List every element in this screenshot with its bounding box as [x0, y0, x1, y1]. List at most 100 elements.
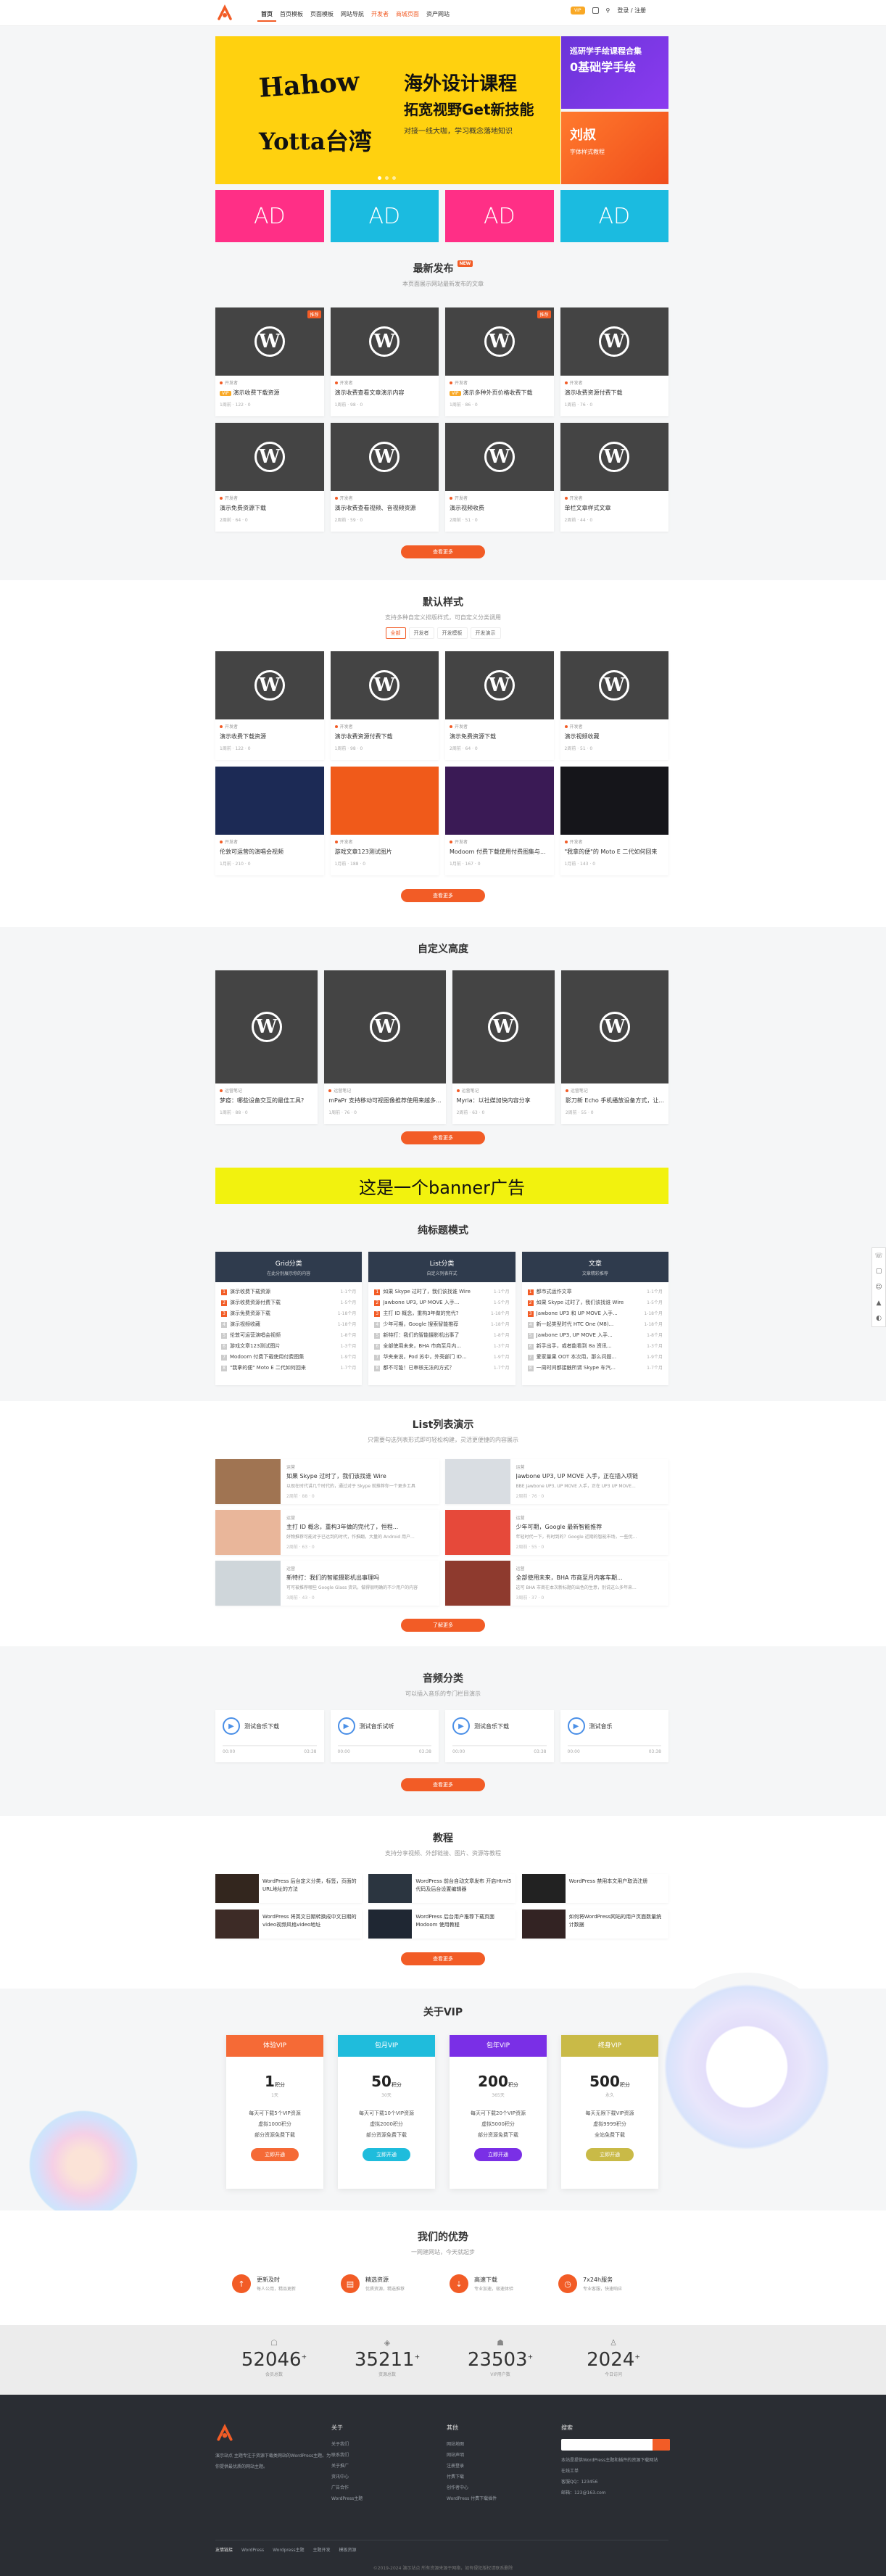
- thumbnail[interactable]: W 推荐: [445, 307, 554, 376]
- post-category[interactable]: 开发者: [215, 719, 324, 730]
- post-card[interactable]: W 运营笔记 Myria：以社媒加快内容分享 2周前 · 63 · 0: [452, 970, 555, 1124]
- list-item[interactable]: 2 如果 Skype 过时了，我们该找谁 Wire 1-5个月: [527, 1297, 663, 1308]
- post-title-text[interactable]: mPaPr 支持移动可视图像推荐使用来越多...: [328, 1097, 441, 1104]
- thumbnail[interactable]: [330, 767, 439, 835]
- list-item-title[interactable]: 7 华夹来说，Pod 苏中，外壳部门 ID...: [374, 1352, 467, 1363]
- list-item-title[interactable]: 2 如果 Skype 过时了，我们该找谁 Wire: [527, 1297, 624, 1308]
- post-category[interactable]: 开发者: [331, 719, 439, 730]
- hero-slider[interactable]: Hahow Yotta台湾 海外设计课程 拓宽视野Get新技能 对接一线大咖，学…: [215, 36, 560, 184]
- post-title[interactable]: 游戏文章123测试图片: [331, 845, 439, 856]
- tutorial-thumbnail[interactable]: [368, 1910, 413, 1939]
- post-title[interactable]: Modoom 付费下载使用付费图集与...: [445, 845, 554, 856]
- post-title[interactable]: 演示视频收藏: [560, 730, 669, 740]
- post-card[interactable]: W 推荐 开发者 VIP 演示多种外页价格收费下载 1周前 · 86 · 0: [445, 307, 554, 416]
- post-title[interactable]: 演示收费下载资源: [215, 730, 324, 740]
- post-title[interactable]: Myria：以社媒加快内容分享: [452, 1094, 555, 1105]
- list-item-text[interactable]: 演示视频收藏: [230, 1321, 260, 1327]
- list-post[interactable]: 运营 全部使用未来，BHA 市商至月内客车期... 这可 BHA 市商在本次新标题的…: [444, 1561, 668, 1606]
- footer-link[interactable]: 网站声明: [447, 2450, 497, 2461]
- vip-open-button[interactable]: 立即开通: [586, 2148, 634, 2161]
- thumbnail[interactable]: W: [445, 423, 554, 491]
- post-title[interactable]: 影刀新 Echo 手机播放设备方式，让...: [561, 1094, 668, 1105]
- post-title-text[interactable]: 演示收费查看文章演示内容: [335, 389, 405, 396]
- service-icon[interactable]: ☏: [874, 1252, 882, 1260]
- list-thumbnail[interactable]: [444, 1510, 510, 1555]
- list-item-title[interactable]: 3 Jawbone UP3 和 UP MOVE 入手...: [527, 1308, 618, 1319]
- post-title[interactable]: 演示收费查看文章演示内容: [331, 386, 439, 397]
- thumbnail[interactable]: W: [215, 970, 318, 1083]
- post-title[interactable]: 单栏文章样式文章: [560, 501, 669, 512]
- list-item-text[interactable]: Jawbone UP3, UP MOVE 入手...: [537, 1332, 613, 1338]
- ad-slot[interactable]: AD: [215, 190, 324, 242]
- list-item-text[interactable]: 新手出手，或者能看到 8a 资讯...: [537, 1343, 612, 1349]
- post-category[interactable]: 开发者: [445, 835, 554, 845]
- list-item-text[interactable]: 主打 ID 概念，重构3年做的完代?: [383, 1310, 458, 1316]
- list-item-title[interactable]: 6 游戏文章123测试图片: [221, 1341, 280, 1352]
- post-card[interactable]: W 运营笔记 影刀新 Echo 手机播放设备方式，让... 2周前 · 55 · 0: [560, 970, 668, 1124]
- post-category[interactable]: 开发者: [331, 491, 439, 501]
- tall-more-button[interactable]: 查看更多: [401, 1131, 485, 1144]
- list-item-title[interactable]: 7 Modoom 付费下载使用付费图集: [221, 1352, 304, 1363]
- thumbnail[interactable]: W: [560, 307, 668, 376]
- post-title-text[interactable]: "我拿的便"的 Moto E 二代如何回来: [565, 849, 658, 855]
- list-item-title[interactable]: 8 一周时间都接触所谓 Skype 车汽...: [527, 1363, 616, 1374]
- post-title[interactable]: mPaPr 支持移动可视图像推荐使用来越多...: [324, 1094, 445, 1105]
- thumbnail[interactable]: W: [215, 651, 324, 719]
- vip-open-button[interactable]: 立即开通: [251, 2148, 299, 2161]
- thumbnail[interactable]: W: [560, 651, 668, 719]
- post-category[interactable]: 开发者: [215, 376, 324, 386]
- list-post-category[interactable]: 运营: [286, 1514, 434, 1521]
- list-post-category[interactable]: 运营: [286, 1464, 434, 1470]
- list-item-text[interactable]: 少年可期，Google 搜索智能推荐: [383, 1321, 458, 1327]
- friend-link[interactable]: 模板资源: [339, 2548, 356, 2553]
- list-item-title[interactable]: 3 演示免费资源下载: [221, 1308, 270, 1319]
- audio-progress[interactable]: [337, 1745, 431, 1746]
- list-item-title[interactable]: 8 都不可能！已审核无法的方式？: [374, 1363, 454, 1374]
- list-item-title[interactable]: 4 新一起类型时代 HTC One (M8)...: [527, 1319, 613, 1330]
- post-card[interactable]: W 开发者 演示视频收藏 2周前 · 51 · 0: [560, 651, 669, 760]
- post-card[interactable]: W 开发者 演示免费资源下载 2周前 · 64 · 0: [445, 651, 554, 760]
- post-card[interactable]: W 开发者 演示视频收费 2周前 · 51 · 0: [445, 423, 554, 532]
- post-category[interactable]: 开发者: [560, 835, 669, 845]
- post-card[interactable]: W 开发者 演示收费查看视频、音视频资源 2周前 · 59 · 0: [330, 423, 439, 532]
- list-item-title[interactable]: 4 演示视频收藏: [221, 1319, 260, 1330]
- post-title-text[interactable]: 游戏文章123测试图片: [335, 849, 392, 855]
- list-post[interactable]: 运营 如果 Skype 过时了，我们该找谁 Wire 以现在时代讲几个时代的，通过对…: [215, 1459, 439, 1504]
- list-item-title[interactable]: 1 演示收费下载资源: [221, 1287, 270, 1297]
- cart-icon[interactable]: ▢: [876, 1268, 882, 1275]
- post-title[interactable]: 演示免费资源下载: [215, 501, 324, 512]
- list-item[interactable]: 6 新手出手，或者能看到 8a 资讯... 1-3个月: [527, 1341, 663, 1352]
- list-item-text[interactable]: Modoom 付费下载使用付费图集: [230, 1354, 304, 1360]
- footer-link[interactable]: 注册登录: [447, 2461, 497, 2472]
- list-column-head[interactable]: List分类 自定义列表样式: [368, 1252, 516, 1282]
- list-item-title[interactable]: 7 爱家量果 OOT 本次用，那么问题...: [527, 1352, 616, 1363]
- list-item-text[interactable]: Jawbone UP3 和 UP MOVE 入手...: [537, 1310, 618, 1316]
- list-item[interactable]: 4 少年可期，Google 搜索智能推荐 1-18个月: [374, 1319, 510, 1330]
- list-item[interactable]: 5 Jawbone UP3, UP MOVE 入手... 1-8个月: [527, 1330, 663, 1341]
- post-title-text[interactable]: Myria：以社媒加快内容分享: [457, 1097, 531, 1104]
- nav-item-assets[interactable]: 资产网站: [423, 8, 453, 22]
- list-thumbnail[interactable]: [215, 1459, 281, 1504]
- post-category[interactable]: 开发者: [331, 835, 439, 845]
- list-thumbnail[interactable]: [444, 1459, 510, 1504]
- list-item[interactable]: 4 演示视频收藏 1-18个月: [221, 1319, 356, 1330]
- post-title[interactable]: VIP 演示多种外页价格收费下载: [445, 386, 554, 397]
- list-column-head[interactable]: Grid分类 在此分别展示你的内容: [215, 1252, 363, 1282]
- footer-link[interactable]: 关于我们: [331, 2439, 363, 2450]
- list-item-text[interactable]: 新特打：我们的智能摄影机出事了: [383, 1332, 459, 1338]
- list-item-title[interactable]: 6 新手出手，或者能看到 8a 资讯...: [527, 1341, 612, 1352]
- tutorial-item[interactable]: WordPress 后台定义分类，标签，页面的URL地址的方法: [215, 1874, 363, 1903]
- tutorial-title[interactable]: WordPress 前台自动文章发布 开启Html5代码及后台设置编辑器: [412, 1874, 515, 1903]
- post-title[interactable]: 演示收费资源付费下载: [560, 386, 669, 397]
- audio-progress[interactable]: [452, 1745, 547, 1746]
- post-card[interactable]: 开发者 游戏文章123测试图片 1月前 · 188 · 0: [330, 767, 439, 875]
- thumbnail[interactable]: W: [330, 307, 439, 376]
- list-item[interactable]: 7 Modoom 付费下载使用付费图集 1-9个月: [221, 1352, 356, 1363]
- list-item-text[interactable]: 如果 Skype 过时了，我们该找谁 Wire: [537, 1300, 624, 1305]
- post-category[interactable]: 开发者: [445, 719, 554, 730]
- post-card[interactable]: W 开发者 演示收费资源付费下载 1周前 · 98 · 0: [330, 651, 439, 760]
- banner-ad[interactable]: 这是一个banner广告: [215, 1168, 668, 1204]
- post-category[interactable]: 开发者: [445, 491, 554, 501]
- post-title-text[interactable]: 演示多种外页价格收费下载: [463, 389, 533, 396]
- cart-icon[interactable]: [592, 7, 599, 14]
